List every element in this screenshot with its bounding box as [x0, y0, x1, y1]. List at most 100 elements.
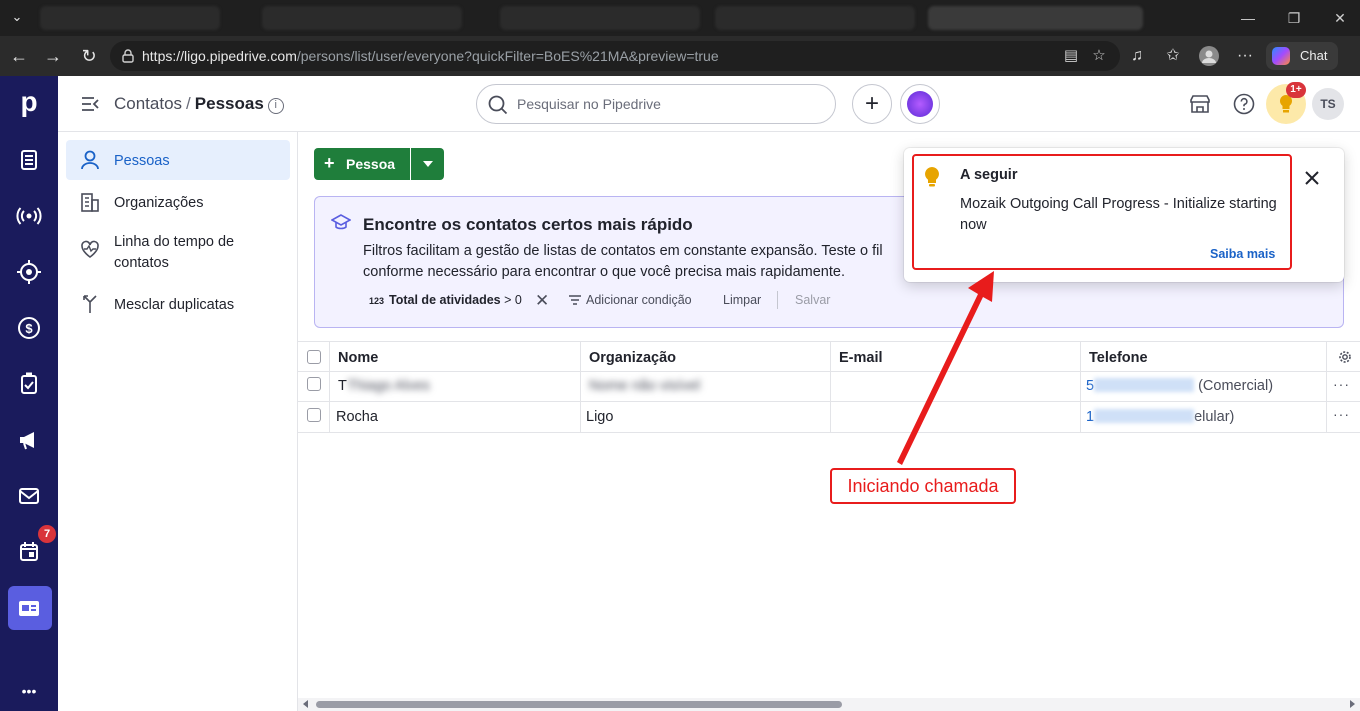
pipedrive-logo[interactable]: p	[17, 86, 41, 118]
sidebar-item-mesclar[interactable]: Mesclar duplicatas	[66, 284, 290, 324]
more-apps-icon[interactable]: •••	[14, 676, 44, 706]
browser-tab[interactable]	[928, 6, 1143, 30]
leads-inbox-icon[interactable]	[14, 201, 44, 231]
column-label: E-mail	[839, 350, 883, 366]
tips-lightbulb-button[interactable]: 1+	[1266, 82, 1306, 124]
url-path: /persons/list/user/everyone?quickFilter=…	[296, 48, 719, 64]
clear-button[interactable]: Limpar	[723, 293, 761, 307]
horizontal-scrollbar[interactable]	[298, 698, 1360, 711]
sidebar-item-label: Pessoas	[114, 153, 170, 169]
mail-icon[interactable]	[14, 481, 44, 511]
profile-icon[interactable]	[1198, 45, 1220, 67]
main-nav-rail: p $ 7 •••	[0, 76, 58, 711]
tab-list-chevron-icon[interactable]: ⌄	[6, 6, 28, 28]
phone-link[interactable]: 1	[1086, 409, 1094, 425]
breadcrumb-contatos[interactable]: Contatos	[114, 94, 182, 113]
row-more-icon[interactable]: ···	[1333, 406, 1350, 422]
row-more-icon[interactable]: ···	[1333, 376, 1350, 392]
add-person-button[interactable]: + Pessoa	[314, 148, 410, 180]
column-settings-cell	[1327, 342, 1360, 371]
org-text: Ligo	[586, 409, 614, 425]
add-condition-label: Adicionar condição	[586, 293, 692, 307]
row-actions-cell: ···	[1327, 402, 1360, 432]
column-header-nome[interactable]: Nome	[330, 342, 581, 371]
heart-pulse-icon	[81, 240, 99, 258]
add-condition-button[interactable]: Adicionar condição	[569, 293, 692, 307]
remove-condition-icon[interactable]: ✕	[535, 291, 549, 311]
more-options-icon[interactable]: ···	[1234, 45, 1256, 67]
favorites-icon[interactable]: ✩	[1162, 45, 1184, 67]
cell-telefone[interactable]: 1 elular)	[1081, 402, 1327, 432]
projects-target-icon[interactable]	[14, 257, 44, 287]
reload-icon[interactable]: ↻	[78, 45, 100, 67]
scroll-left-arrow-icon[interactable]	[303, 700, 308, 708]
browser-tab[interactable]	[500, 6, 700, 30]
gear-icon[interactable]	[1338, 350, 1352, 364]
quick-add-button[interactable]: +	[852, 84, 892, 124]
marketplace-icon[interactable]	[1188, 92, 1212, 116]
activities-checklist-icon[interactable]	[14, 369, 44, 399]
forward-icon[interactable]: →	[42, 45, 64, 67]
deals-icon[interactable]	[14, 145, 44, 175]
column-header-email[interactable]: E-mail	[831, 342, 1081, 371]
sidebar-item-pessoas[interactable]: Pessoas	[66, 140, 290, 180]
search-field[interactable]: Pesquisar no Pipedrive	[476, 84, 836, 124]
sidebar-item-linha-do-tempo[interactable]: Linha do tempo de contatos	[66, 224, 290, 282]
column-header-organizacao[interactable]: Organização	[581, 342, 831, 371]
url-field[interactable]: https://ligo.pipedrive.com/persons/list/…	[110, 41, 1120, 71]
info-icon[interactable]: i	[267, 98, 284, 114]
cell-organizacao[interactable]: Nome não visível	[581, 372, 831, 401]
copilot-chat-button[interactable]: Chat	[1266, 42, 1338, 70]
cell-nome[interactable]: TThiago Alves	[330, 372, 581, 401]
filter-bar: 123 Total de atividades > 0 ✕ Adicionar c…	[369, 291, 830, 310]
collapse-sidebar-icon[interactable]	[80, 94, 100, 114]
back-icon[interactable]: ←	[8, 45, 30, 67]
browser-tab[interactable]	[715, 6, 915, 30]
cell-email[interactable]	[831, 372, 1081, 401]
campaigns-megaphone-icon[interactable]	[14, 425, 44, 455]
close-icon[interactable]	[1302, 168, 1322, 188]
filter-condition-op: > 0	[504, 293, 522, 307]
page-title: Pessoas	[194, 94, 264, 113]
save-button[interactable]: Salvar	[795, 293, 830, 307]
filter-condition-label[interactable]: Total de atividades	[389, 293, 501, 307]
browser-tab-bar: ⌄ — ❐ ✕	[0, 0, 1360, 36]
url-host: https://ligo.pipedrive.com	[142, 48, 297, 64]
browser-tab[interactable]	[262, 6, 462, 30]
help-icon[interactable]	[1232, 92, 1256, 116]
cell-organizacao[interactable]: Ligo	[581, 402, 831, 432]
table-row[interactable]: Rocha Ligo 1 elular) ···	[298, 402, 1360, 433]
add-person-dropdown[interactable]	[411, 148, 444, 180]
table-row[interactable]: TThiago Alves Nome não visível 5 (Comerc…	[298, 372, 1360, 402]
ai-assistant-button[interactable]	[900, 84, 940, 124]
cell-email[interactable]	[831, 402, 1081, 432]
browser-tab[interactable]	[40, 6, 220, 30]
scroll-right-arrow-icon[interactable]	[1350, 700, 1355, 708]
cell-telefone[interactable]: 5 (Comercial)	[1081, 372, 1327, 401]
calendar-icon[interactable]	[14, 537, 44, 567]
row-select-cell	[298, 372, 330, 401]
favorite-star-icon[interactable]: ☆	[1090, 47, 1108, 65]
minimize-icon[interactable]: —	[1238, 8, 1258, 28]
reader-mode-icon[interactable]: ▤	[1062, 47, 1080, 65]
select-all-checkbox[interactable]	[307, 350, 321, 364]
phone-link[interactable]: 5	[1086, 378, 1094, 394]
row-checkbox[interactable]	[307, 408, 321, 422]
row-checkbox[interactable]	[307, 377, 321, 391]
row-select-cell	[298, 402, 330, 432]
restore-icon[interactable]: ❐	[1284, 8, 1304, 28]
url-text: https://ligo.pipedrive.com/persons/list/…	[142, 48, 719, 64]
contacts-card-icon[interactable]	[14, 593, 44, 623]
avatar[interactable]: TS	[1312, 88, 1344, 120]
sidebar-item-label: Linha do tempo de contatos	[114, 234, 235, 271]
media-icon[interactable]: ♫	[1126, 45, 1148, 67]
column-header-telefone[interactable]: Telefone	[1081, 342, 1327, 371]
site-info-icon[interactable]	[120, 48, 136, 64]
scrollbar-thumb[interactable]	[316, 701, 842, 708]
sidebar-item-organizacoes[interactable]: Organizações	[66, 182, 290, 222]
revenue-dollar-icon[interactable]: $	[14, 313, 44, 343]
add-person-label: Pessoa	[346, 156, 396, 172]
cell-nome[interactable]: Rocha	[330, 402, 581, 432]
calendar-count-badge: 7	[38, 525, 56, 543]
close-window-icon[interactable]: ✕	[1330, 8, 1350, 28]
